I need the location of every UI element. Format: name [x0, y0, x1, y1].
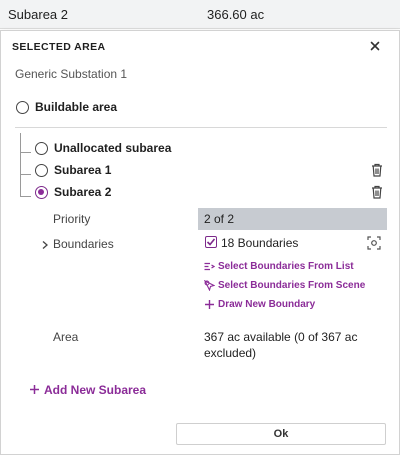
trash-icon[interactable]: [371, 163, 383, 177]
close-icon[interactable]: [367, 38, 383, 54]
boundaries-count: 18 Boundaries: [221, 236, 299, 250]
action-label: Select Boundaries From Scene: [218, 280, 366, 291]
boundaries-checkbox[interactable]: [205, 236, 217, 248]
add-subarea-label: Add New Subarea: [44, 383, 147, 397]
unallocated-subarea-radio[interactable]: [35, 142, 48, 155]
subarea-2-radio[interactable]: [35, 186, 48, 199]
row-area-value: 366.60 ac: [207, 7, 265, 22]
buildable-area-label: Buildable area: [35, 100, 118, 114]
panel-title: SELECTED AREA: [12, 41, 106, 53]
row-name: Subarea 2: [8, 7, 68, 22]
focus-frame-icon[interactable]: [367, 236, 381, 250]
cursor-select-icon: [203, 279, 216, 292]
chevron-right-icon[interactable]: [41, 237, 49, 249]
tree-connector: [20, 133, 31, 197]
area-value: 367 ac available (0 of 367 ac excluded): [204, 330, 358, 360]
divider: [15, 127, 387, 128]
subarea-label: Subarea 2: [54, 185, 112, 199]
boundaries-label: Boundaries: [53, 237, 114, 251]
subarea-label: Unallocated subarea: [54, 141, 172, 155]
plus-icon: [29, 384, 40, 395]
priority-label: Priority: [53, 212, 91, 226]
buildable-area-radio[interactable]: [16, 101, 29, 114]
trash-icon[interactable]: [371, 185, 383, 199]
list-select-icon: [204, 261, 216, 272]
action-label: Select Boundaries From List: [218, 261, 354, 272]
action-label: Draw New Boundary: [218, 299, 316, 310]
substation-name: Generic Substation 1: [15, 67, 128, 81]
subarea-table-row[interactable]: Subarea 2 366.60 ac: [0, 0, 400, 29]
selected-area-panel: SELECTED AREA Generic Substation 1 Build…: [0, 30, 400, 455]
subarea-label: Subarea 1: [54, 163, 112, 177]
ok-button[interactable]: Ok: [176, 423, 386, 445]
area-label: Area: [53, 330, 79, 344]
priority-value[interactable]: 2 of 2: [198, 208, 387, 230]
plus-icon: [204, 299, 215, 310]
subarea-1-radio[interactable]: [35, 164, 48, 177]
